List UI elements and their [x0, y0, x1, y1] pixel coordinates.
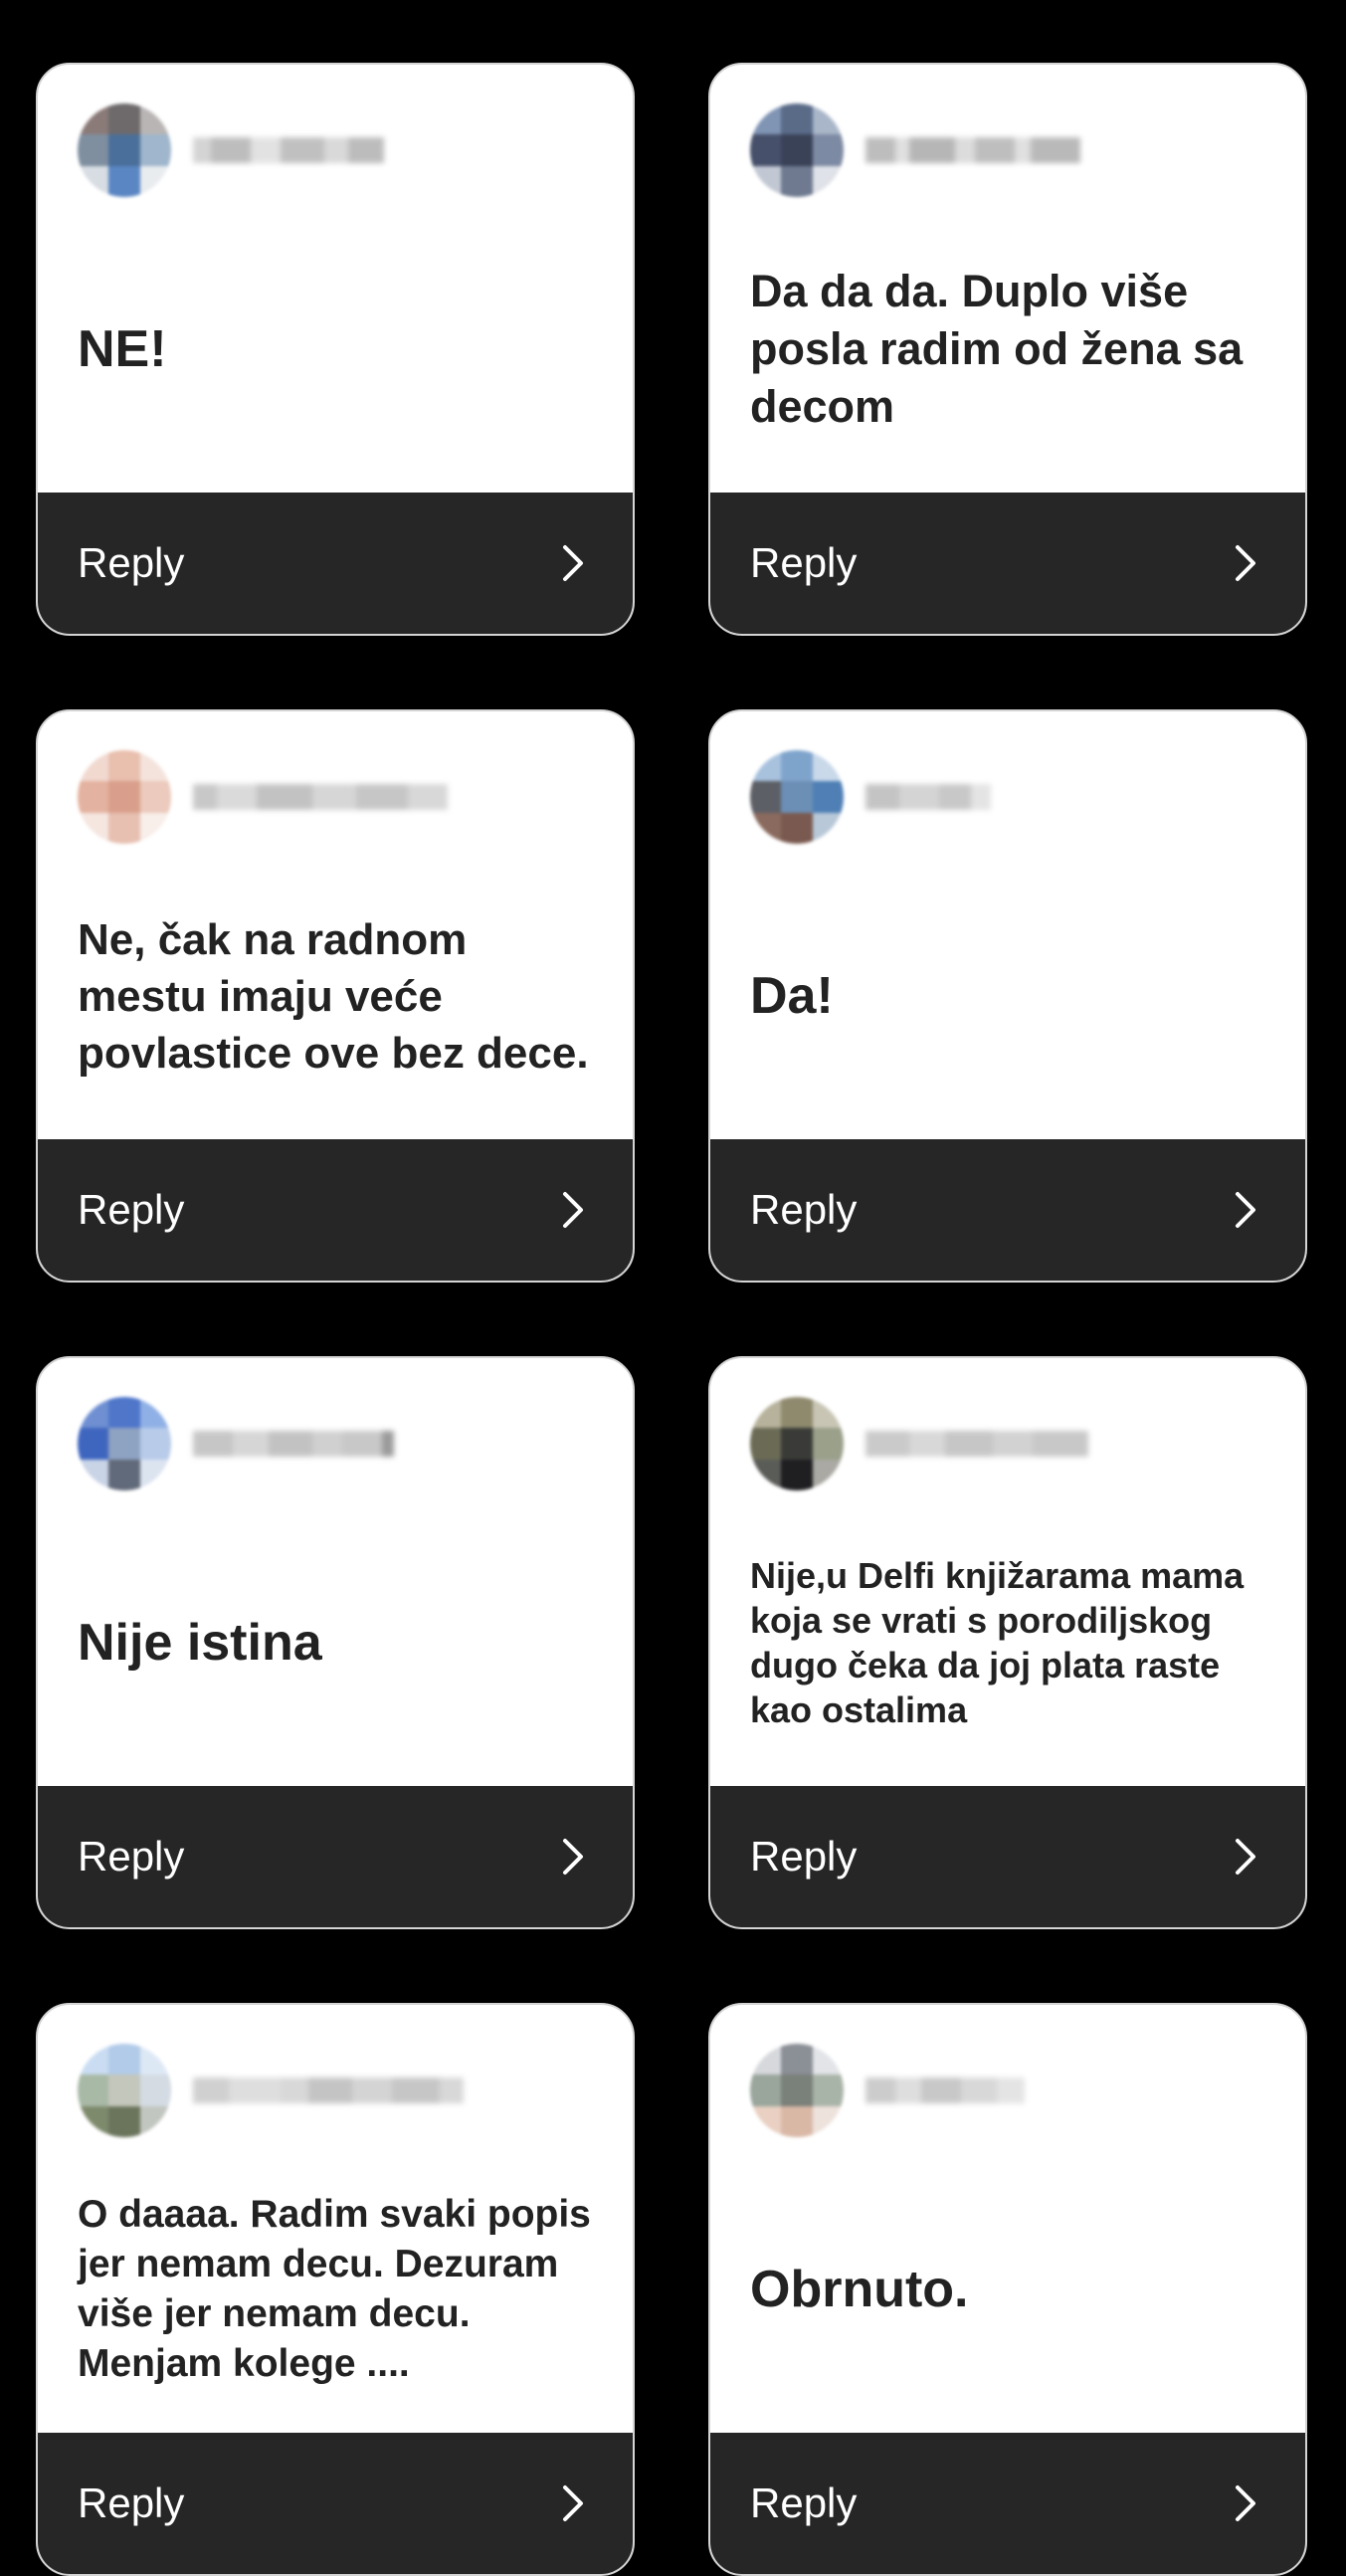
username-blurred — [865, 779, 991, 815]
avatar — [78, 1397, 171, 1490]
chevron-right-icon — [1226, 543, 1265, 583]
reply-button[interactable]: Reply — [38, 493, 633, 634]
chevron-right-icon — [1226, 1837, 1265, 1877]
chevron-right-icon — [1226, 1190, 1265, 1230]
chevron-right-icon — [553, 2483, 593, 2523]
comment-text: Ne, čak na radnom mestu imaju veće povla… — [78, 914, 589, 1078]
comment-author[interactable] — [750, 1394, 1088, 1493]
reply-button[interactable]: Reply — [710, 2433, 1305, 2574]
avatar — [750, 2044, 844, 2137]
reply-button[interactable]: Reply — [710, 1139, 1305, 1281]
avatar — [750, 103, 844, 197]
comment-card: Da da da. Duplo više posla radim od žena… — [708, 63, 1307, 636]
avatar — [78, 2044, 171, 2137]
comment-card: Ne, čak na radnom mestu imaju veće povla… — [36, 709, 635, 1283]
comment-text: Obrnuto. — [750, 2261, 969, 2318]
chevron-right-icon — [553, 1190, 593, 1230]
comment-author[interactable] — [750, 2041, 1025, 2140]
reply-button[interactable]: Reply — [710, 493, 1305, 634]
avatar — [750, 1397, 844, 1490]
comment-text: Da! — [750, 967, 834, 1025]
comment-author[interactable] — [78, 100, 384, 200]
reply-label: Reply — [78, 1833, 185, 1880]
reply-label: Reply — [78, 2479, 185, 2526]
comment-card: Nije,u Delfi knjižarama mama koja se vra… — [708, 1356, 1307, 1929]
comment-author[interactable] — [78, 2041, 464, 2140]
comment-card: Nije istina Reply — [36, 1356, 635, 1929]
reply-button[interactable]: Reply — [38, 1786, 633, 1927]
avatar — [78, 103, 171, 197]
comment-author[interactable] — [750, 747, 991, 847]
comment-text: Nije istina — [78, 1614, 322, 1672]
comment-author[interactable] — [750, 100, 1080, 200]
chevron-right-icon — [553, 1837, 593, 1877]
comment-card: O daaaa. Radim svaki popis jer nemam dec… — [36, 2003, 635, 2576]
comment-author[interactable] — [78, 1394, 394, 1493]
comment-card: Da! Reply — [708, 709, 1307, 1283]
comment-author[interactable] — [78, 747, 448, 847]
username-blurred — [193, 1426, 394, 1462]
comment-card: NE! Reply — [36, 63, 635, 636]
chevron-right-icon — [553, 543, 593, 583]
reply-button[interactable]: Reply — [710, 1786, 1305, 1927]
comment-text: NE! — [78, 320, 167, 378]
comment-text: O daaaa. Radim svaki popis jer nemam dec… — [78, 2193, 591, 2385]
username-blurred — [193, 132, 384, 168]
chevron-right-icon — [1226, 2483, 1265, 2523]
username-blurred — [865, 2073, 1025, 2108]
reply-label: Reply — [78, 539, 185, 586]
comment-text: Nije,u Delfi knjižarama mama koja se vra… — [750, 1555, 1245, 1730]
avatar — [78, 750, 171, 844]
reply-label: Reply — [78, 1186, 185, 1233]
username-blurred — [193, 779, 448, 815]
reply-button[interactable]: Reply — [38, 2433, 633, 2574]
username-blurred — [865, 1426, 1088, 1462]
comment-text: Da da da. Duplo više posla radim od žena… — [750, 266, 1244, 432]
reply-button[interactable]: Reply — [38, 1139, 633, 1281]
username-blurred — [865, 132, 1080, 168]
reply-label: Reply — [750, 539, 858, 586]
comment-card: Obrnuto. Reply — [708, 2003, 1307, 2576]
reply-label: Reply — [750, 1833, 858, 1880]
reply-label: Reply — [750, 2479, 858, 2526]
avatar — [750, 750, 844, 844]
reply-label: Reply — [750, 1186, 858, 1233]
username-blurred — [193, 2073, 464, 2108]
